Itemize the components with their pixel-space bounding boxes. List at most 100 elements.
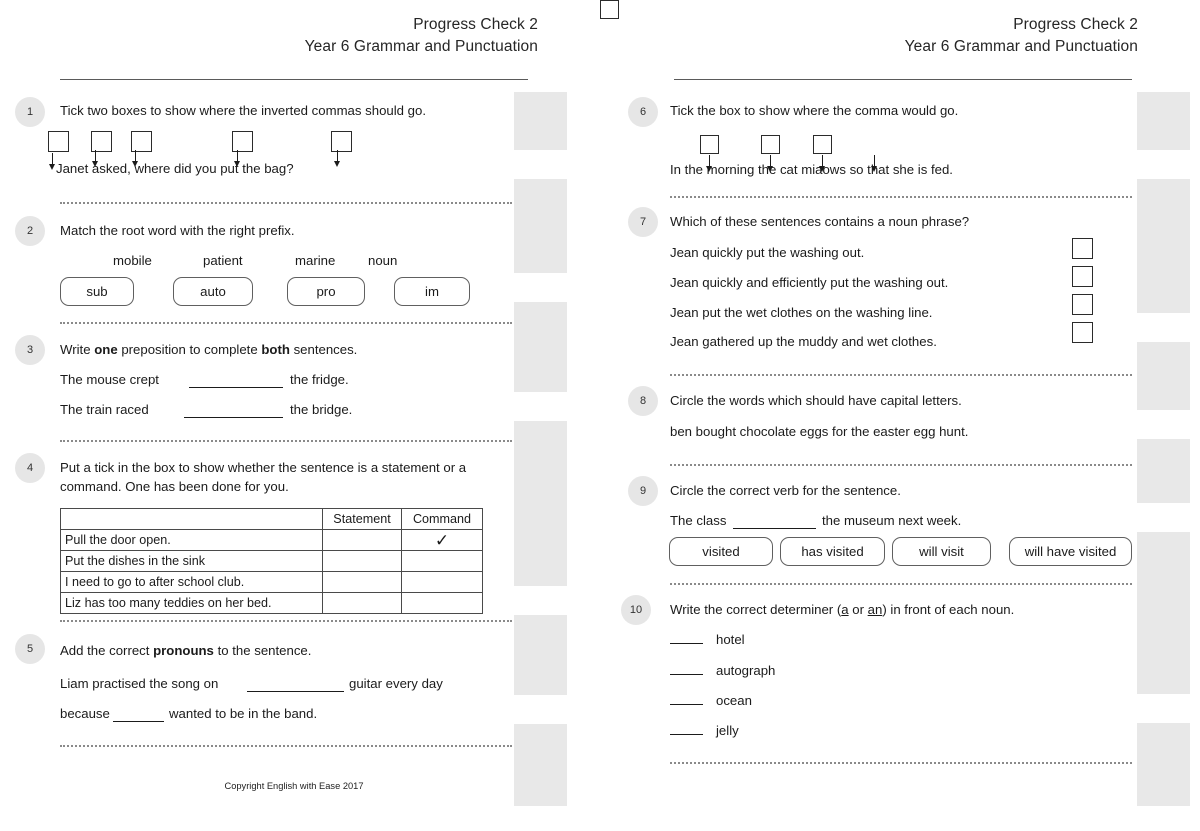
mark-box-q10[interactable] <box>1137 694 1190 723</box>
q4-row-3-statement[interactable] <box>322 571 402 593</box>
question-2-prompt: Match the root word with the right prefi… <box>60 223 295 238</box>
divider-after-q8 <box>670 464 1132 466</box>
question-number-5: 5 <box>15 634 45 664</box>
q4-row-4-statement[interactable] <box>322 592 402 614</box>
mark-box-q4[interactable] <box>514 586 567 615</box>
q1-tick-box-1[interactable] <box>48 131 69 152</box>
divider-after-q5 <box>60 745 512 747</box>
q2-prefix-box-sub[interactable]: sub <box>60 277 134 306</box>
mark-box-q2[interactable] <box>514 273 567 302</box>
header-title: Progress Check 2 <box>1013 16 1138 33</box>
mark-box-q1[interactable] <box>514 150 567 179</box>
divider-after-q7 <box>670 374 1132 376</box>
q8-sentence[interactable]: ben bought chocolate eggs for the easter… <box>670 422 968 441</box>
q9-choice-will-have-visited[interactable]: will have visited <box>1009 537 1132 566</box>
question-7-prompt: Which of these sentences contains a noun… <box>670 214 970 229</box>
q4-row-3-command[interactable] <box>401 571 483 593</box>
divider-after-q10 <box>670 762 1132 764</box>
q7-option-2: Jean quickly and efficiently put the was… <box>670 275 949 290</box>
q4-row-2-statement[interactable] <box>322 550 402 572</box>
q9-choice-has-visited[interactable]: has visited <box>780 537 885 566</box>
mark-box-q9[interactable] <box>1137 503 1190 532</box>
q1-tick-box-3[interactable] <box>131 131 152 152</box>
q6-tick-box-3[interactable] <box>813 135 832 154</box>
q9-sentence-after: the museum next week. <box>822 513 962 528</box>
mark-box-q6[interactable] <box>1137 150 1190 179</box>
divider-after-q9 <box>670 583 1132 585</box>
q4-header-blank <box>60 508 323 530</box>
question-4-prompt: Put a tick in the box to show whether th… <box>60 460 467 494</box>
q7-checkbox-2[interactable] <box>1072 266 1093 287</box>
q2-root-word-2: patient <box>203 253 243 268</box>
question-number-2: 2 <box>15 216 45 246</box>
question-3-prompt: Write one preposition to complete both s… <box>60 342 358 357</box>
q10-noun-2: autograph <box>716 663 776 678</box>
question-5-prompt: Add the correct pronouns to the sentence… <box>60 643 312 658</box>
divider-after-q3 <box>60 440 512 442</box>
q4-row-1-command[interactable]: ✓ <box>401 529 483 551</box>
q7-checkbox-4[interactable] <box>1072 322 1093 343</box>
header-rule <box>674 79 1132 80</box>
q5-blank-1[interactable] <box>247 691 344 692</box>
q1-tick-box-2[interactable] <box>91 131 112 152</box>
q3-blank-2[interactable] <box>184 417 283 418</box>
q6-tick-box-2[interactable] <box>761 135 780 154</box>
q10-blank-2[interactable] <box>670 674 703 675</box>
q10-blank-3[interactable] <box>670 704 703 705</box>
mark-box-q8[interactable] <box>1137 410 1190 439</box>
mark-box-q3[interactable] <box>514 392 567 421</box>
question-number-6: 6 <box>628 97 658 127</box>
q2-prefix-box-im[interactable]: im <box>394 277 470 306</box>
q2-prefix-box-auto[interactable]: auto <box>173 277 253 306</box>
mark-column-left <box>514 92 567 806</box>
q4-table-header-row: Statement Command <box>60 508 483 530</box>
q5-blank-2[interactable] <box>113 721 164 722</box>
page-header-right: Progress Check 2 Year 6 Grammar and Punc… <box>905 14 1138 58</box>
question-number-3: 3 <box>15 335 45 365</box>
q1-tick-box-5[interactable] <box>331 131 352 152</box>
q6-tick-box-4[interactable] <box>600 0 619 19</box>
q4-row-2-command[interactable] <box>401 550 483 572</box>
q3-sentence-2-before: The train raced <box>60 402 149 417</box>
q10-noun-1: hotel <box>716 632 745 647</box>
q4-row-4-command[interactable] <box>401 592 483 614</box>
q3-blank-1[interactable] <box>189 387 283 388</box>
q5-line1-after: guitar every day <box>349 676 443 691</box>
question-number-7: 7 <box>628 207 658 237</box>
divider-after-q1 <box>60 202 512 204</box>
q10-blank-4[interactable] <box>670 734 703 735</box>
question-8-prompt: Circle the words which should have capit… <box>670 393 962 408</box>
q2-prefix-box-pro[interactable]: pro <box>287 277 365 306</box>
q7-option-1: Jean quickly put the washing out. <box>670 245 865 260</box>
q10-noun-4: jelly <box>716 723 739 738</box>
table-row: Liz has too many teddies on her bed. <box>60 592 483 614</box>
question-number-9: 9 <box>628 476 658 506</box>
q4-header-statement: Statement <box>322 508 402 530</box>
q7-option-3: Jean put the wet clothes on the washing … <box>670 305 933 320</box>
q2-root-word-3: marine <box>295 253 336 268</box>
q9-choice-will-visit[interactable]: will visit <box>892 537 991 566</box>
q9-choice-visited[interactable]: visited <box>669 537 773 566</box>
question-number-10: 10 <box>621 595 651 625</box>
q5-line2-after: wanted to be in the band. <box>169 706 318 721</box>
question-6-prompt: Tick the box to show where the comma wou… <box>670 103 959 118</box>
page-header-left: Progress Check 2 Year 6 Grammar and Punc… <box>305 14 538 58</box>
q2-root-word-4: noun <box>368 253 398 268</box>
q4-row-2-sentence: Put the dishes in the sink <box>60 550 323 572</box>
mark-box-q7[interactable] <box>1137 313 1190 342</box>
q7-checkbox-3[interactable] <box>1072 294 1093 315</box>
q1-sentence: Janet asked, where did you put the bag? <box>56 161 294 176</box>
q10-blank-1[interactable] <box>670 643 703 644</box>
mark-box-q5[interactable] <box>514 695 567 724</box>
table-row: I need to go to after school club. <box>60 571 483 593</box>
q7-checkbox-1[interactable] <box>1072 238 1093 259</box>
q6-tick-box-1[interactable] <box>700 135 719 154</box>
q1-tick-box-4[interactable] <box>232 131 253 152</box>
q4-row-3-sentence: I need to go to after school club. <box>60 571 323 593</box>
mark-column-right <box>1137 92 1190 806</box>
q9-sentence-before: The class <box>670 513 727 528</box>
q9-blank[interactable] <box>733 528 816 529</box>
header-subtitle: Year 6 Grammar and Punctuation <box>304 38 538 55</box>
q2-root-word-1: mobile <box>113 253 152 268</box>
q4-row-1-statement[interactable] <box>322 529 402 551</box>
